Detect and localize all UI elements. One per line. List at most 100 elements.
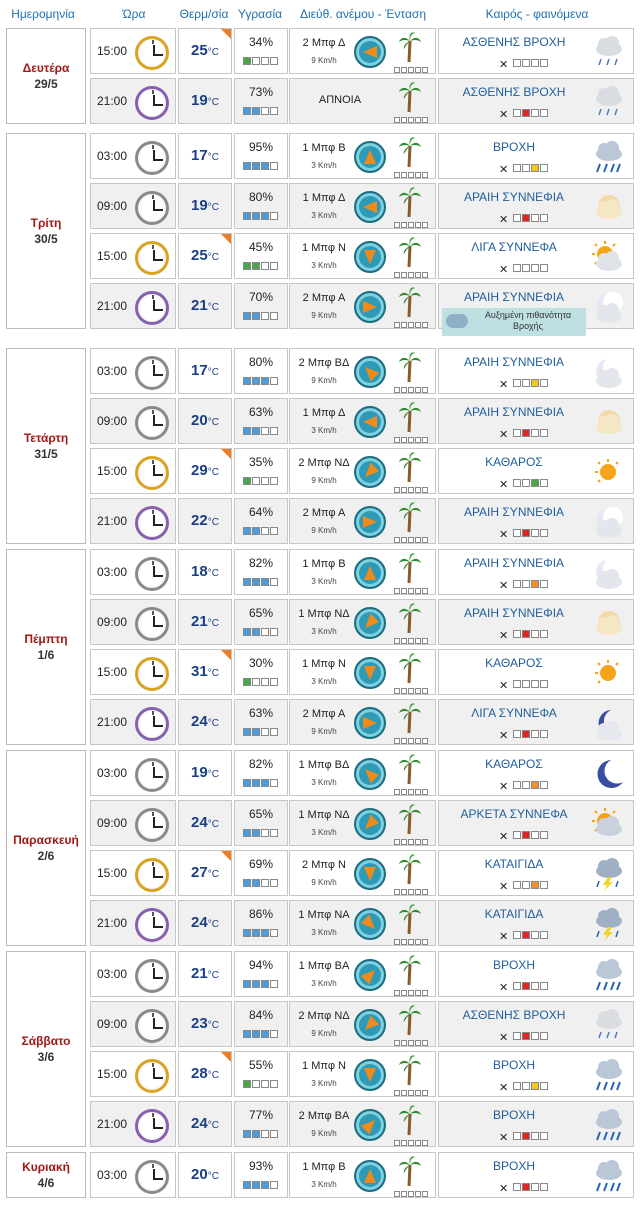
palm-tree-icon: [398, 652, 422, 684]
humidity-bar-segment: [252, 527, 260, 535]
temp-cell: 24°C: [178, 800, 232, 846]
wind-bar: [394, 638, 428, 644]
wind-bar-segment: [408, 1140, 414, 1146]
wind-speed: 3 Km/h: [311, 627, 337, 636]
palm-tree-icon: [398, 954, 422, 986]
wind-bar-segment: [401, 1090, 407, 1096]
wind-bar-segment: [401, 437, 407, 443]
humidity-bar-segment: [270, 477, 278, 485]
clock-icon: [135, 557, 169, 591]
time-cell: 21:00: [90, 699, 176, 745]
wind-bar-segment: [408, 387, 414, 393]
mosquito-bar-segment: [540, 164, 548, 172]
clock-minute-hand: [153, 54, 163, 56]
humidity-value: 34%: [248, 35, 274, 49]
temp-cell: 20°C: [178, 1152, 232, 1198]
wind-cell: 1 Μπφ ΝΔ 3 Km/h: [289, 800, 436, 846]
humidity-cell: 70%: [234, 283, 288, 329]
humidity-bar-segment: [270, 728, 278, 736]
wind-bar-segment: [408, 638, 414, 644]
humidity-cell: 64%: [234, 498, 288, 544]
wind-compass-icon: [354, 406, 386, 438]
mosquito-bar-segment: [531, 1082, 539, 1090]
wind-speed: 9 Km/h: [311, 1029, 337, 1038]
wind-force: 1 Μπφ Β: [302, 1161, 346, 1173]
clock-icon: [135, 141, 169, 175]
humidity-bar: [243, 578, 278, 586]
wind-bar-segment: [415, 939, 421, 945]
temperature-unit: °C: [207, 302, 219, 313]
wind-bar-segment: [415, 272, 421, 278]
temp-cell: 19°C: [178, 750, 232, 796]
time-cell: 03:00: [90, 549, 176, 595]
wind-compass-icon: [354, 1109, 386, 1141]
day-name: Δευτέρα: [22, 61, 70, 75]
palm-tree-icon: [398, 803, 422, 835]
humidity-cell: 86%: [234, 900, 288, 946]
mosquito-bar-segment: [513, 580, 521, 588]
wind-cell: 2 Μπφ Α 9 Km/h: [289, 283, 436, 329]
humidity-bar-segment: [243, 162, 251, 170]
clear-day-icon: [591, 455, 625, 489]
clock-icon: [135, 1059, 169, 1093]
mosquito-bar-segment: [540, 630, 548, 638]
mosquito-bar: [513, 1132, 548, 1140]
humidity-bar: [243, 879, 278, 887]
temperature: 19°C: [179, 764, 231, 781]
clock-minute-hand: [153, 1127, 163, 1129]
mosquito-bar-segment: [522, 1032, 530, 1040]
temperature-unit: °C: [207, 819, 219, 830]
weather-cell: ΒΡΟΧΗ ✕: [438, 1051, 634, 1097]
clock-icon: [135, 36, 169, 70]
wind-force: 1 Μπφ Ν: [302, 1060, 346, 1072]
humidity-value: 35%: [248, 455, 274, 469]
wind-bar-segment: [415, 688, 421, 694]
humidity-value: 94%: [248, 958, 274, 972]
wind-bar-segment: [408, 322, 414, 328]
wind-bar-segment: [394, 839, 400, 845]
humidity-bar: [243, 1080, 278, 1088]
wind-arrow-icon: [360, 1015, 380, 1035]
weather-cell: ΚΑΘΑΡΟΣ ✕: [438, 649, 634, 695]
wind-compass-icon: [354, 291, 386, 323]
humidity-value: 55%: [248, 1058, 274, 1072]
wind-bar-segment: [422, 588, 428, 594]
humidity-bar-segment: [252, 162, 260, 170]
mosquito-bar-segment: [531, 479, 539, 487]
humidity-bar-segment: [252, 1080, 260, 1088]
clock-tick: [152, 862, 154, 866]
mosquito-bar-segment: [531, 781, 539, 789]
wind-force: 2 Μπφ ΝΔ: [298, 1010, 350, 1022]
mosquito-icon: ✕: [499, 109, 509, 121]
mosquito-bar-segment: [540, 831, 548, 839]
wind-bar-segment: [401, 789, 407, 795]
time-cell: 15:00: [90, 1051, 176, 1097]
wind-arrow-icon: [363, 201, 377, 213]
time-cell: 21:00: [90, 900, 176, 946]
wind-bar-segment: [401, 172, 407, 178]
mosquito-bar-segment: [540, 781, 548, 789]
wind-bar-segment: [422, 67, 428, 73]
temperature: 25°C: [179, 42, 231, 59]
humidity-bar-segment: [252, 879, 260, 887]
humidity-bar-segment: [252, 477, 260, 485]
wind-bar-segment: [415, 588, 421, 594]
mosquito-bar: [513, 580, 548, 588]
wind-arrow-icon: [360, 362, 380, 382]
weather-label: ΑΣΘΕΝΗΣ ΒΡΟΧΗ: [462, 85, 566, 99]
storm-icon: [591, 907, 625, 941]
wind-bar-segment: [394, 688, 400, 694]
mosquito-bar: [513, 831, 548, 839]
humidity-bar-segment: [270, 57, 278, 65]
mosquito-bar-segment: [522, 680, 530, 688]
humidity-cell: 93%: [234, 1152, 288, 1198]
mosquito-bar-segment: [540, 214, 548, 222]
wind-bar: [394, 1140, 428, 1146]
mosquito-icon: ✕: [499, 164, 509, 176]
time-cell: 15:00: [90, 28, 176, 74]
mosquito-bar-segment: [513, 982, 521, 990]
mosquito-bar-segment: [522, 479, 530, 487]
clock-icon: [135, 908, 169, 942]
forecast-table: Δευτέρα 29/5 15:00 25°C 34% 2 Μπφ Δ9 Km/h ΑΣΘΕ…: [0, 0, 640, 1207]
wind-cell: 1 Μπφ ΝΔ 3 Km/h: [289, 599, 436, 645]
